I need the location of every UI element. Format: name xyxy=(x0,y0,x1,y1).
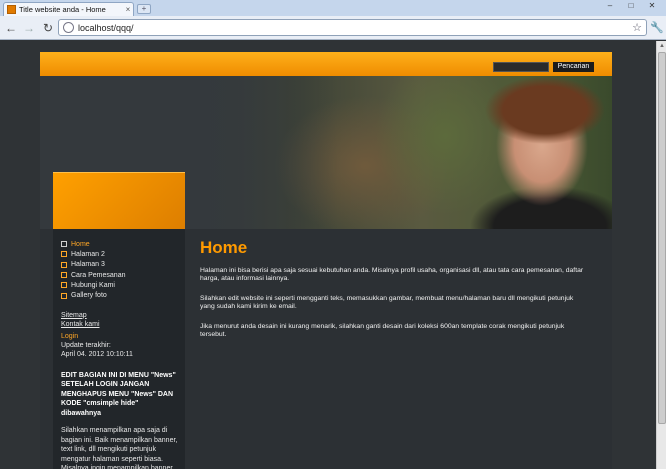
news-body: Silahkan menampilkan apa saja di bagian … xyxy=(61,427,178,469)
site-favicon-icon xyxy=(7,5,16,14)
search-button[interactable]: Pencarian xyxy=(553,62,594,72)
browser-titlebar: Title website anda - Home × + – □ ✕ xyxy=(0,0,666,16)
top-orange-bar: Pencarian xyxy=(40,52,612,76)
sidebar-item-label: Halaman 3 xyxy=(71,261,105,269)
menu-square-icon xyxy=(61,241,67,248)
last-update-label: Update terakhir: xyxy=(61,341,111,349)
wrench-menu-icon[interactable]: 🔧 xyxy=(649,20,665,36)
logo-block xyxy=(53,172,185,229)
search-input[interactable] xyxy=(493,62,549,72)
sidebar-links: Sitemap Kontak kami Login Update terakhi… xyxy=(61,311,185,360)
reload-icon[interactable]: ↻ xyxy=(40,20,56,36)
browser-toolbar: ← → ↻ localhost/qqq/ ☆ 🔧 xyxy=(0,16,666,40)
menu-square-icon xyxy=(61,251,67,258)
sidebar-item-label: Halaman 2 xyxy=(71,250,105,258)
sidebar-item-halaman-3[interactable]: Halaman 3 xyxy=(61,260,185,270)
address-bar[interactable]: localhost/qqq/ ☆ xyxy=(58,19,647,36)
tab-close-icon[interactable]: × xyxy=(123,5,133,14)
page-scrollbar[interactable]: ▲ xyxy=(656,41,666,469)
menu-square-icon xyxy=(61,272,67,279)
content-paragraph: Halaman ini bisa berisi apa saja sesuai … xyxy=(200,267,584,283)
last-update-date: April 04. 2012 10:10:11 xyxy=(61,351,133,359)
content-paragraph: Jika menurut anda desain ini kurang mena… xyxy=(200,322,565,339)
sitemap-link[interactable]: Sitemap xyxy=(61,311,185,321)
page-globe-icon xyxy=(63,22,74,33)
web-page: Pencarian Home Halaman 2 Halaman 3 Cara … xyxy=(40,52,612,469)
sidebar-item-label: Home xyxy=(71,240,90,248)
window-close-icon[interactable]: ✕ xyxy=(643,1,661,12)
main-content: Home Halaman ini bisa berisi apa saja se… xyxy=(200,238,596,339)
login-link[interactable]: Login xyxy=(61,332,185,341)
new-tab-button[interactable]: + xyxy=(137,4,151,14)
menu-square-icon xyxy=(61,261,67,268)
menu-square-icon xyxy=(61,292,67,299)
sidebar-item-label: Gallery foto xyxy=(71,292,107,300)
browser-tab[interactable]: Title website anda - Home × xyxy=(3,2,134,16)
scrollbar-thumb[interactable] xyxy=(658,52,666,424)
bookmark-star-icon[interactable]: ☆ xyxy=(630,21,644,34)
sidebar: Home Halaman 2 Halaman 3 Cara Pemesanan … xyxy=(53,229,185,469)
tab-title: Title website anda - Home xyxy=(19,5,106,14)
sidebar-item-cara-pemesanan[interactable]: Cara Pemesanan xyxy=(61,270,185,280)
sidebar-item-halaman-2[interactable]: Halaman 2 xyxy=(61,249,185,259)
sidebar-menu: Home Halaman 2 Halaman 3 Cara Pemesanan … xyxy=(61,239,185,301)
header-photo xyxy=(190,76,612,229)
menu-square-icon xyxy=(61,282,67,289)
scroll-up-arrow-icon[interactable]: ▲ xyxy=(657,41,666,51)
window-maximize-icon[interactable]: □ xyxy=(622,1,640,12)
header-banner xyxy=(40,76,612,229)
news-heading: EDIT BAGIAN INI DI MENU "News" SETELAH L… xyxy=(61,371,176,417)
back-arrow-icon[interactable]: ← xyxy=(3,20,19,36)
sidebar-item-hubungi-kami[interactable]: Hubungi Kami xyxy=(61,280,185,290)
sidebar-item-label: Cara Pemesanan xyxy=(71,271,126,279)
page-title: Home xyxy=(200,238,248,257)
content-paragraph: Silahkan edit website ini seperti mengga… xyxy=(200,294,574,311)
sidebar-item-label: Hubungi Kami xyxy=(71,281,115,289)
sidebar-item-gallery-foto[interactable]: Gallery foto xyxy=(61,290,185,300)
sidebar-item-home[interactable]: Home xyxy=(61,239,185,249)
address-url[interactable]: localhost/qqq/ xyxy=(78,23,630,33)
contact-link[interactable]: Kontak kami xyxy=(61,320,185,330)
forward-arrow-icon[interactable]: → xyxy=(21,20,37,36)
window-minimize-icon[interactable]: – xyxy=(601,1,619,12)
